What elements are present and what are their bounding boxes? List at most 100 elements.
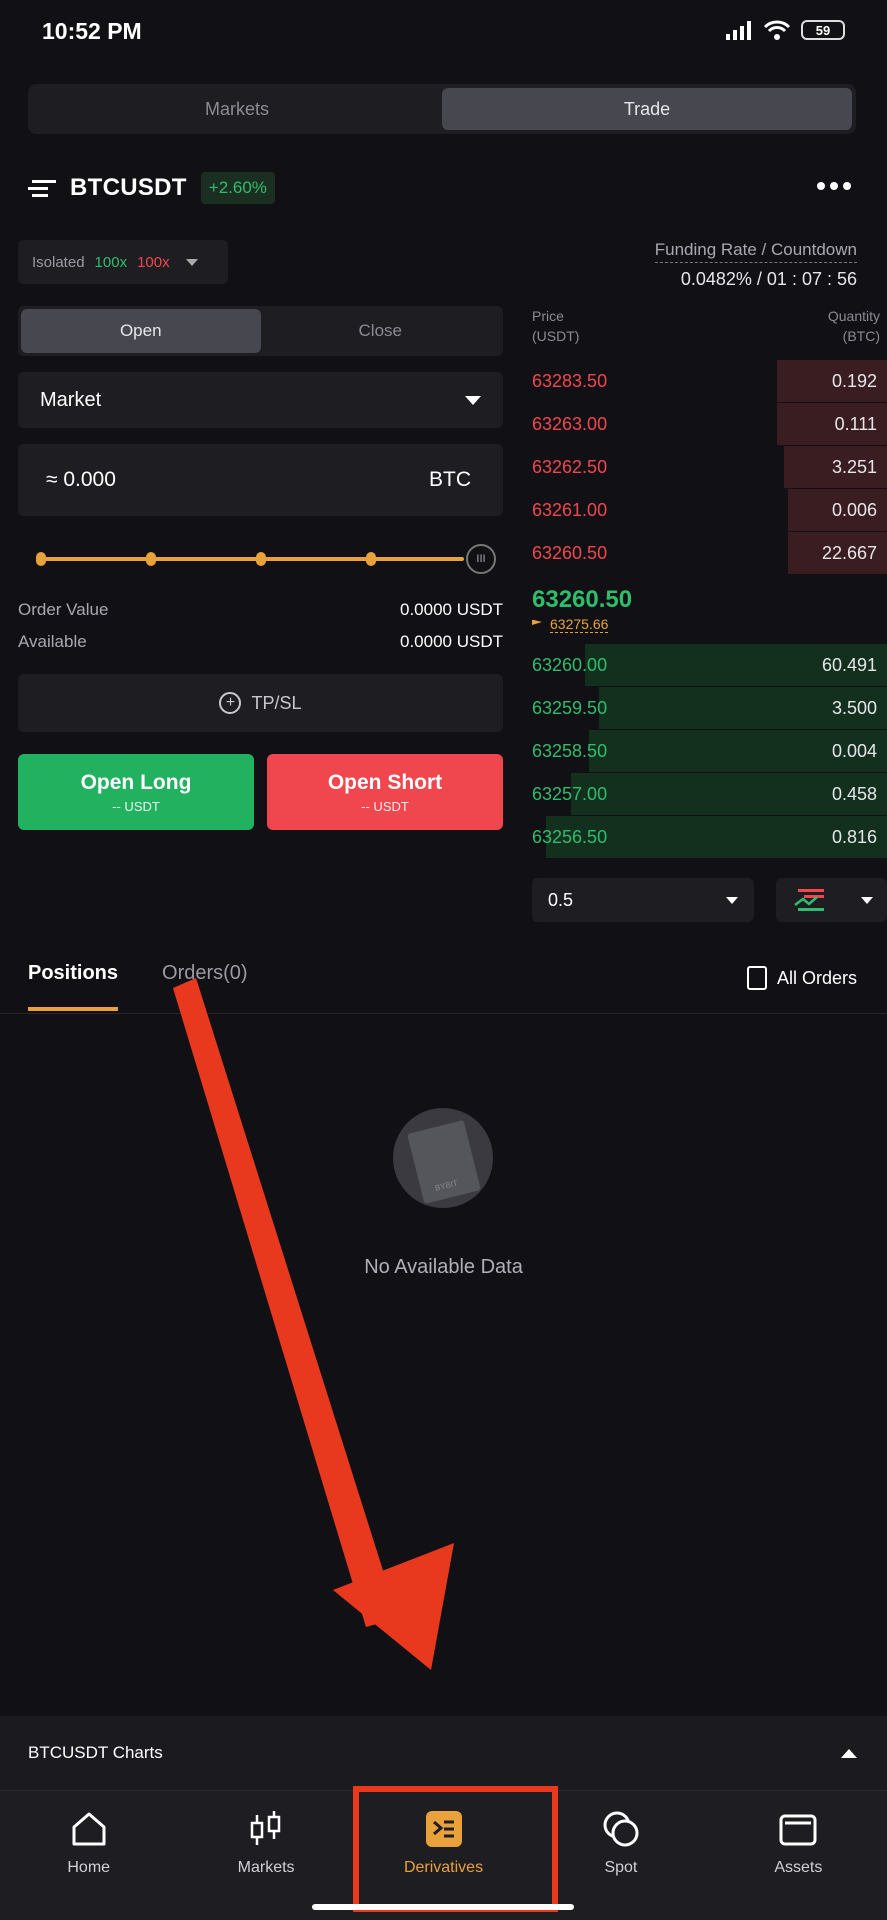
bid-quantity: 0.458 — [831, 783, 877, 804]
chevron-down-icon — [465, 395, 481, 405]
more-options-icon[interactable] — [817, 182, 851, 190]
tpsl-button[interactable]: + TP/SL — [18, 674, 503, 732]
market-trade-switch: Markets Trade — [28, 84, 856, 134]
ask-quantity: 0.192 — [831, 370, 877, 391]
wifi-icon — [763, 20, 791, 40]
nav-home[interactable]: Home — [0, 1791, 177, 1920]
quantity-slider[interactable]: III — [36, 544, 496, 574]
chevron-down-icon — [726, 896, 738, 904]
order-value-label: Order Value — [18, 600, 109, 619]
nav-home-label: Home — [67, 1859, 111, 1876]
plus-circle-icon: + — [219, 692, 242, 714]
ask-row[interactable]: 63263.00 0.111 — [532, 403, 887, 445]
symbol-selector[interactable]: BTCUSDT +2.60% — [28, 172, 275, 204]
quantity-unit[interactable]: BTC — [429, 468, 471, 492]
available-value: 0.0000 USDT — [400, 632, 503, 651]
symbol-name[interactable]: BTCUSDT — [70, 174, 187, 202]
open-short-button[interactable]: Open Short -- USDT — [267, 754, 503, 830]
precision-value: 0.5 — [548, 889, 574, 910]
ask-quantity: 22.667 — [821, 542, 877, 563]
all-orders-label: All Orders — [776, 967, 857, 988]
tab-positions[interactable]: Positions — [28, 962, 119, 1011]
ask-row[interactable]: 63260.50 22.667 — [532, 532, 887, 574]
quantity-input[interactable]: ≈ 0.000 BTC — [18, 444, 503, 516]
slider-step[interactable] — [366, 552, 376, 566]
bid-quantity: 3.500 — [831, 697, 877, 718]
open-long-sub: -- USDT — [112, 798, 160, 814]
slider-step[interactable] — [146, 552, 156, 566]
menu-icon[interactable] — [28, 179, 56, 197]
ask-row[interactable]: 63283.50 0.192 — [532, 360, 887, 402]
annotation-arrow — [173, 978, 398, 1627]
nav-spot-label: Spot — [604, 1859, 638, 1876]
ask-price: 63260.50 — [532, 542, 608, 563]
order-value-row: Order Value 0.0000 USDT — [18, 600, 503, 620]
bid-price: 63260.00 — [532, 654, 608, 675]
chevron-down-icon — [185, 258, 198, 266]
open-long-button[interactable]: Open Long -- USDT — [18, 754, 254, 830]
tpsl-label: TP/SL — [251, 692, 302, 713]
charts-bar-label: BTCUSDT Charts — [28, 1743, 163, 1762]
ask-quantity: 0.111 — [834, 413, 877, 434]
wallet-icon — [779, 1814, 817, 1846]
bid-row[interactable]: 63256.50 0.816 — [532, 816, 887, 858]
funding-info[interactable]: Funding Rate / Countdown 0.0482% / 01 : … — [654, 240, 857, 290]
battery-indicator: 59 — [801, 20, 845, 40]
ask-row[interactable]: 63262.50 3.251 — [532, 446, 887, 488]
divider — [0, 1013, 887, 1014]
price-header-unit: (USDT) — [532, 328, 580, 344]
tab-close[interactable]: Close — [261, 309, 501, 353]
ask-quantity: 3.251 — [831, 456, 877, 477]
nav-spot[interactable]: Spot — [532, 1791, 709, 1920]
open-short-sub: -- USDT — [361, 798, 409, 814]
empty-logo-text: BYBIT — [434, 1178, 459, 1193]
bid-price: 63256.50 — [532, 826, 608, 847]
quantity-header-unit: (BTC) — [842, 328, 880, 344]
nav-assets[interactable]: Assets — [710, 1791, 887, 1920]
ask-price: 63262.50 — [532, 456, 608, 477]
slider-track — [40, 557, 464, 561]
tab-trade[interactable]: Trade — [442, 88, 852, 130]
price-precision-dropdown[interactable]: 0.5 — [532, 878, 754, 922]
annotation-arrowhead — [333, 1543, 454, 1670]
tab-open[interactable]: Open — [21, 309, 261, 353]
slider-step[interactable] — [36, 552, 46, 566]
slider-step[interactable] — [256, 552, 266, 566]
orderbook-view-dropdown[interactable] — [776, 878, 887, 922]
charts-bar[interactable]: BTCUSDT Charts — [0, 1716, 887, 1790]
empty-paper: BYBIT — [407, 1120, 481, 1204]
chevron-down-icon — [861, 896, 873, 904]
nav-markets[interactable]: Markets — [177, 1791, 354, 1920]
order-type-dropdown[interactable]: Market — [18, 372, 503, 428]
last-price[interactable]: 63260.50 — [532, 586, 632, 614]
mark-price: 63275.66 — [550, 616, 609, 633]
bid-quantity: 60.491 — [821, 654, 877, 675]
orderbook-layout-icon — [794, 889, 824, 911]
tab-orders[interactable]: Orders(0) — [162, 962, 248, 1011]
all-orders-link[interactable]: All Orders — [746, 966, 857, 990]
margin-mode-label: Isolated — [32, 253, 85, 271]
bid-row[interactable]: 63258.50 0.004 — [532, 730, 887, 772]
quantity-column-header: Quantity (BTC) — [828, 306, 880, 346]
available-label: Available — [18, 632, 87, 651]
chevron-up-icon[interactable] — [841, 1748, 857, 1758]
quantity-header-label: Quantity — [827, 308, 880, 324]
bid-quantity: 0.004 — [831, 740, 877, 761]
nav-markets-label: Markets — [237, 1859, 295, 1876]
ask-row[interactable]: 63261.00 0.006 — [532, 489, 887, 531]
ask-quantity: 0.006 — [831, 499, 877, 520]
price-header-label: Price — [532, 308, 564, 324]
funding-label[interactable]: Funding Rate / Countdown — [654, 240, 857, 263]
bid-row[interactable]: 63257.00 0.458 — [532, 773, 887, 815]
margin-leverage-selector[interactable]: Isolated 100x 100x — [18, 240, 228, 284]
signal-icon — [726, 21, 751, 40]
bid-price: 63259.50 — [532, 697, 608, 718]
slider-handle[interactable]: III — [466, 544, 496, 574]
bid-row[interactable]: 63260.00 60.491 — [532, 644, 887, 686]
annotation-highlight-box — [353, 1786, 558, 1912]
bid-quantity: 0.816 — [831, 826, 877, 847]
price-change-badge: +2.60% — [200, 172, 275, 204]
bid-row[interactable]: 63259.50 3.500 — [532, 687, 887, 729]
tab-markets[interactable]: Markets — [32, 88, 442, 130]
empty-state-text: No Available Data — [364, 1256, 523, 1278]
